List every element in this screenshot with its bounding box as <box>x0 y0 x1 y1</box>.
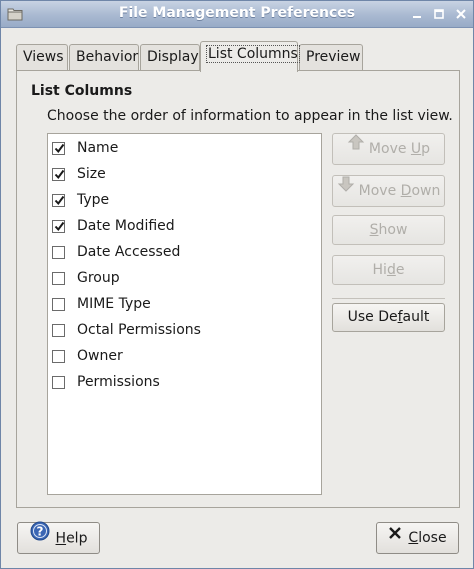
list-item[interactable]: Permissions <box>52 372 160 392</box>
checkbox-unchecked[interactable] <box>52 297 65 311</box>
button-label: ault <box>402 309 430 325</box>
checkbox-checked[interactable] <box>52 219 65 233</box>
window-title: File Management Preferences <box>118 5 356 21</box>
checkbox-checked[interactable] <box>52 193 65 207</box>
list-item-label: Date Accessed <box>77 244 181 260</box>
checkbox-checked[interactable] <box>52 141 65 155</box>
tab-preview[interactable]: Preview <box>299 44 363 71</box>
button-label: own <box>411 183 441 199</box>
list-item[interactable]: Type <box>52 190 109 210</box>
button-label: Move <box>358 183 401 199</box>
section-title: List Columns <box>31 83 133 99</box>
title-bar[interactable]: File Management Preferences <box>1 1 473 28</box>
checkbox-checked[interactable] <box>52 167 65 181</box>
checkbox-unchecked[interactable] <box>52 323 65 337</box>
close-button[interactable]: Close <box>376 522 459 554</box>
list-columns-panel: List Columns Choose the order of informa… <box>16 70 460 508</box>
tab-label: Behavior <box>76 49 139 65</box>
hide-button[interactable]: Hide <box>332 255 445 285</box>
section-description: Choose the order of information to appea… <box>47 108 453 124</box>
minimize-icon[interactable] <box>408 6 426 22</box>
tab-display[interactable]: Display <box>140 44 200 71</box>
button-separator <box>332 298 445 299</box>
maximize-icon[interactable] <box>430 6 448 22</box>
button-label: e <box>395 262 405 278</box>
button-label: Use De <box>347 309 398 325</box>
list-item[interactable]: Size <box>52 164 106 184</box>
tab-label: Display <box>147 49 199 65</box>
checkbox-unchecked[interactable] <box>52 375 65 389</box>
show-button[interactable]: Show <box>332 215 445 245</box>
list-item[interactable]: Octal Permissions <box>52 320 201 340</box>
button-label: lose <box>418 530 447 546</box>
move-up-button[interactable]: Move Up <box>332 133 445 165</box>
tab-list-columns[interactable]: List Columns <box>200 41 300 72</box>
button-mnemonic: U <box>410 141 422 157</box>
close-x-icon <box>388 521 402 551</box>
checkbox-unchecked[interactable] <box>52 271 65 285</box>
help-icon: ? <box>30 521 50 552</box>
preferences-window: File Management Preferences Views Behavi… <box>0 0 474 569</box>
list-item-label: Name <box>77 140 119 156</box>
columns-list[interactable]: Name Size Type Date Modified Date Accessed Gr… <box>47 133 322 495</box>
button-mnemonic: d <box>386 262 396 278</box>
list-item[interactable]: Name <box>52 138 118 158</box>
list-item-label: Date Modified <box>77 218 175 234</box>
list-item-label: Owner <box>77 348 123 364</box>
list-item[interactable]: Owner <box>52 346 123 366</box>
svg-text:?: ? <box>36 525 43 539</box>
button-mnemonic: C <box>408 530 419 546</box>
arrow-down-icon <box>337 174 355 204</box>
list-item[interactable]: Date Modified <box>52 216 175 236</box>
close-window-icon[interactable] <box>452 6 470 22</box>
list-item[interactable]: Group <box>52 268 120 288</box>
checkbox-unchecked[interactable] <box>52 245 65 259</box>
button-label: Hi <box>372 262 387 278</box>
button-label: how <box>378 222 408 238</box>
list-item-label: Size <box>77 166 106 182</box>
use-default-button[interactable]: Use Default <box>332 303 445 332</box>
button-mnemonic: D <box>400 183 412 199</box>
checkbox-unchecked[interactable] <box>52 349 65 363</box>
button-label: Move <box>368 141 411 157</box>
tab-behavior[interactable]: Behavior <box>69 44 139 71</box>
list-item-label: Type <box>77 192 110 208</box>
button-mnemonic: H <box>55 530 67 547</box>
tab-label: Views <box>23 49 64 65</box>
list-item-label: Permissions <box>77 374 160 390</box>
list-item[interactable]: Date Accessed <box>52 242 180 262</box>
button-label: p <box>421 141 431 157</box>
help-button[interactable]: ? Help <box>17 521 100 554</box>
folder-icon[interactable] <box>7 7 23 21</box>
list-item-label: MIME Type <box>77 296 151 312</box>
list-item[interactable]: MIME Type <box>52 294 151 314</box>
list-item-label: Octal Permissions <box>77 322 201 338</box>
button-mnemonic: S <box>369 222 379 238</box>
arrow-up-icon <box>347 132 365 162</box>
tab-label: Preview <box>306 49 361 65</box>
tab-views[interactable]: Views <box>16 44 68 71</box>
button-label: elp <box>66 530 88 547</box>
list-item-label: Group <box>77 270 120 286</box>
move-down-button[interactable]: Move Down <box>332 175 445 207</box>
tab-label: List Columns <box>206 45 300 63</box>
